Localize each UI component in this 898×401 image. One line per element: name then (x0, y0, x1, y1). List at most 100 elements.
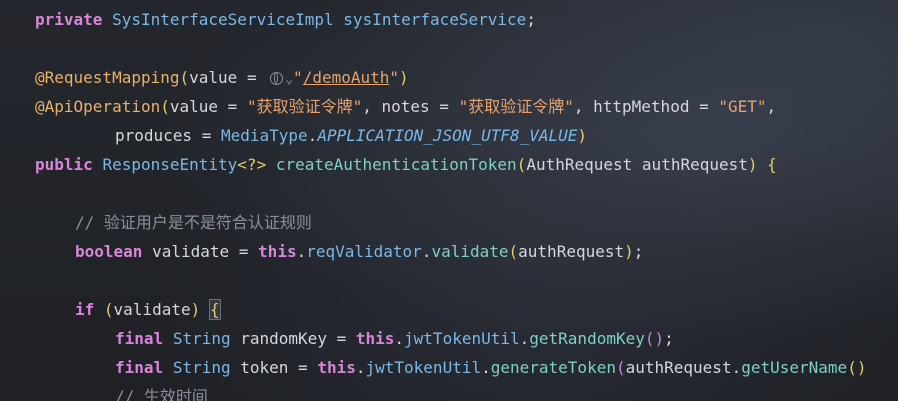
equals: = (689, 97, 719, 116)
keyword-boolean: boolean (75, 242, 143, 261)
comma: , (362, 97, 382, 116)
brace-open: { (767, 155, 777, 174)
text-cursor (219, 300, 221, 318)
code-line-comment-partial[interactable]: // 生效时间 (0, 382, 208, 401)
paren-close: ) (577, 126, 588, 145)
url-link[interactable]: /demoAuth (303, 68, 390, 87)
comment-text: // 验证用户是不是符合认证规则 (75, 213, 312, 232)
arg-auth-request: authRequest (518, 242, 625, 261)
code-line-produces[interactable]: produces = MediaType.APPLICATION_JSON_UT… (0, 121, 587, 150)
method-name: createAuthenticationToken (275, 155, 517, 174)
paren-open: ( (615, 358, 626, 377)
string-value: "获取验证令牌" (246, 97, 363, 116)
code-line-request-mapping[interactable]: @RequestMapping(value = ⌄"/demoAuth") (0, 63, 409, 92)
quote-close: " (389, 68, 400, 87)
dot: . (394, 329, 405, 348)
keyword-this: this (317, 358, 356, 377)
keyword-final: final (115, 358, 164, 377)
keyword-this: this (258, 242, 297, 261)
field-jwt-token-util: jwtTokenUtil (404, 329, 520, 348)
dot: . (731, 358, 742, 377)
keyword-private: private (35, 10, 103, 29)
variable-validate: validate (113, 300, 191, 319)
dot: . (355, 358, 366, 377)
equals: = (237, 68, 267, 87)
comment-text: // 生效时间 (115, 387, 208, 401)
method-get-user-name: getUserName (741, 358, 848, 377)
paren-close: ) (747, 155, 758, 174)
method-generate-token: generateToken (490, 358, 616, 377)
dot: . (421, 242, 432, 261)
keyword-final: final (115, 329, 164, 348)
dot: . (296, 242, 307, 261)
comma: , (766, 97, 777, 116)
globe-icon[interactable] (270, 72, 284, 85)
dot: . (481, 358, 491, 377)
field-req-validator: reqValidator (306, 242, 422, 261)
paren-close: ) (399, 68, 409, 87)
equals: = (218, 97, 247, 116)
code-line-field-declaration[interactable]: private SysInterfaceServiceImpl sysInter… (0, 5, 536, 34)
attr-value: value (189, 68, 238, 87)
paren-open: ( (179, 68, 190, 87)
code-line-validate[interactable]: boolean validate = this.reqValidator.val… (0, 237, 643, 266)
code-line-token[interactable]: final String token = this.jwtTokenUtil.g… (0, 353, 866, 382)
type-string: String (172, 329, 231, 348)
equals: = (288, 358, 318, 377)
type-media-type: MediaType (220, 126, 308, 145)
keyword-if: if (75, 300, 95, 319)
type-response-entity: ResponseEntity (102, 155, 238, 174)
paren-open: ( (516, 155, 527, 174)
code-line-if[interactable]: if (validate) { (0, 295, 221, 324)
equals: = (326, 329, 356, 348)
chevron-down-icon[interactable]: ⌄ (285, 72, 293, 87)
attr-produces: produces (115, 126, 193, 145)
method-get-random-key: getRandomKey (529, 329, 645, 348)
code-line-comment[interactable]: // 验证用户是不是符合认证规则 (0, 208, 312, 237)
code-line-api-operation[interactable]: @ApiOperation(value = "获取验证令牌", notes = … (0, 92, 776, 121)
variable-validate: validate (152, 242, 230, 261)
field-name: sysInterfaceService (343, 10, 527, 29)
string-notes: "获取验证令牌" (458, 97, 574, 116)
semicolon: ; (526, 10, 536, 29)
comma: , (573, 97, 594, 116)
paren-close: ) (624, 242, 634, 261)
paren-open: ( (160, 97, 170, 116)
code-line-method-signature[interactable]: public ResponseEntity<?> createAuthentic… (0, 150, 777, 179)
keyword-public: public (35, 155, 93, 174)
method-validate: validate (431, 242, 509, 261)
paren-open: ( (508, 242, 519, 261)
string-http-method: "GET" (718, 97, 767, 116)
keyword-this: this (355, 329, 395, 348)
attr-value: value (169, 97, 219, 116)
code-line-random-key[interactable]: final String randomKey = this.jwtTokenUt… (0, 324, 674, 353)
quote-open: " (293, 68, 303, 87)
dot: . (519, 329, 530, 348)
semicolon: ; (664, 329, 674, 348)
semicolon: ; (633, 242, 644, 261)
variable-random-key: randomKey (240, 329, 327, 348)
arg-auth-request: authRequest (625, 358, 732, 377)
brace-open-highlighted: { (208, 299, 221, 320)
param-type: AuthRequest (526, 155, 633, 174)
paren-open: ( (103, 300, 114, 319)
dot: . (307, 126, 318, 145)
variable-token: token (240, 358, 289, 377)
equals: = (192, 126, 221, 145)
equals: = (229, 242, 259, 261)
equals: = (429, 97, 459, 116)
param-name: authRequest (641, 155, 748, 174)
generic-wildcard: <?> (237, 155, 267, 174)
field-jwt-token-util: jwtTokenUtil (365, 358, 482, 377)
code-editor[interactable]: private SysInterfaceServiceImpl sysInter… (0, 0, 898, 401)
annotation-request-mapping: @RequestMapping (35, 68, 180, 87)
constant-media-type: APPLICATION_JSON_UTF8_VALUE (317, 126, 578, 145)
type-name: SysInterfaceServiceImpl (112, 10, 334, 29)
parens: () (644, 329, 665, 348)
parens: () (847, 358, 867, 377)
annotation-api-operation: @ApiOperation (35, 97, 161, 116)
attr-http-method: httpMethod (593, 97, 690, 116)
attr-notes: notes (381, 97, 430, 116)
paren-close: ) (190, 300, 201, 319)
type-string: String (172, 358, 231, 377)
